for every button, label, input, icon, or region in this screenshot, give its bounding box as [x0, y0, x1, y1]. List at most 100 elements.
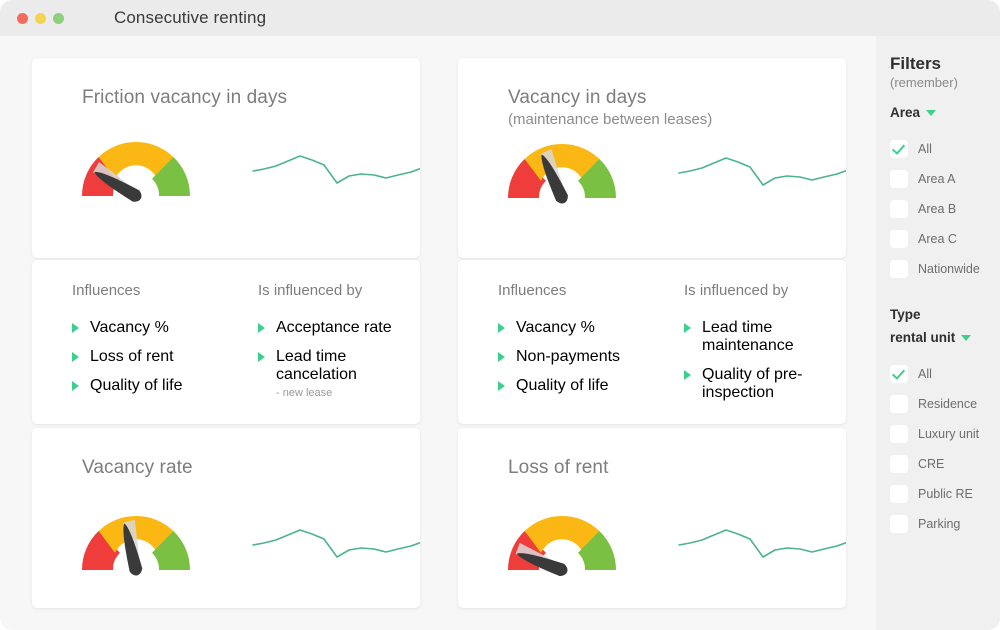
influenced-by-item[interactable]: Lead time cancelation - new lease [258, 348, 420, 400]
filter-option-label: Residence [918, 397, 977, 411]
influenced-by-heading: Is influenced by [684, 282, 846, 299]
filter-group-type-text-line2: rental unit [890, 329, 955, 346]
influenced-by-item[interactable]: Acceptance rate [258, 319, 420, 337]
bullet-triangle-icon [72, 323, 79, 333]
filter-option-parking[interactable]: Parking [890, 509, 1000, 539]
checkbox-checked-icon[interactable] [890, 365, 908, 383]
gauge-chart [74, 508, 198, 576]
filter-option-residence[interactable]: Residence [890, 389, 1000, 419]
influenced-by-label: Quality of pre-inspection [702, 366, 846, 402]
gauge-chart [74, 134, 198, 202]
window-title: Consecutive renting [114, 8, 266, 28]
checkbox-icon[interactable] [890, 260, 908, 278]
filter-option-all[interactable]: All [890, 134, 1000, 164]
card-header: Loss of rent [458, 428, 846, 480]
influenced-by-column: Is influenced by Lead time maintenance Q… [684, 282, 846, 413]
card-title: Loss of rent [508, 456, 846, 480]
filter-option-nationwide[interactable]: Nationwide [890, 254, 1000, 284]
minimize-window-icon[interactable] [35, 13, 46, 24]
filter-option-label: Area C [918, 232, 957, 246]
influenced-by-label: Acceptance rate [276, 319, 392, 337]
workspace: Friction vacancy in days [0, 36, 1000, 630]
influenced-by-text-wrap: Lead time cancelation - new lease [276, 348, 420, 400]
card-vacancy-rate[interactable]: Vacancy rate [32, 428, 420, 608]
filter-option-all[interactable]: All [890, 359, 1000, 389]
influenced-by-label: Lead time cancelation [276, 348, 357, 383]
card-visuals [32, 134, 420, 202]
checkbox-icon[interactable] [890, 170, 908, 188]
card-title: Vacancy in days [508, 86, 846, 110]
sparkline-chart [676, 517, 846, 567]
chevron-down-icon[interactable] [926, 110, 936, 116]
influence-item[interactable]: Non-payments [498, 348, 660, 366]
filters-title: Filters [890, 54, 1000, 74]
card-visuals [458, 136, 846, 204]
card-visuals [32, 508, 420, 576]
checkbox-icon[interactable] [890, 455, 908, 473]
card-vacancy-in-days-influences[interactable]: Influences Vacancy % Non-payments Qualit… [458, 260, 846, 424]
checkbox-icon[interactable] [890, 485, 908, 503]
gauge-chart [500, 508, 624, 576]
influence-item[interactable]: Vacancy % [498, 319, 660, 337]
bullet-triangle-icon [684, 370, 691, 380]
card-loss-of-rent[interactable]: Loss of rent [458, 428, 846, 608]
sparkline-chart [676, 145, 846, 195]
influence-item[interactable]: Quality of life [72, 377, 234, 395]
influences-column: Influences Vacancy % Loss of rent Qualit… [72, 282, 234, 411]
bullet-triangle-icon [72, 352, 79, 362]
checkbox-icon[interactable] [890, 200, 908, 218]
bullet-triangle-icon [498, 352, 505, 362]
filter-option-cre[interactable]: CRE [890, 449, 1000, 479]
card-header: Vacancy in days (maintenance between lea… [458, 58, 846, 130]
maximize-window-icon[interactable] [53, 13, 64, 24]
filter-group-type-label[interactable]: Type rental unit [890, 306, 994, 346]
filter-option-public-re[interactable]: Public RE [890, 479, 1000, 509]
chevron-down-icon[interactable] [961, 335, 971, 341]
sparkline-chart [250, 143, 420, 193]
traffic-light-controls [17, 13, 64, 24]
filter-group-type-text-line1: Type [890, 306, 994, 323]
filter-group-area-text: Area [890, 104, 920, 121]
bullet-triangle-icon [258, 352, 265, 362]
influence-label: Quality of life [516, 377, 608, 395]
influenced-by-item[interactable]: Quality of pre-inspection [684, 366, 846, 402]
filter-options-type: All Residence Luxury unit CRE Public RE [890, 359, 1000, 539]
filter-option-label: Parking [918, 517, 960, 531]
filter-option-area-b[interactable]: Area B [890, 194, 1000, 224]
checkbox-checked-icon[interactable] [890, 140, 908, 158]
influence-item[interactable]: Vacancy % [72, 319, 234, 337]
influences-heading: Influences [72, 282, 234, 299]
checkbox-icon[interactable] [890, 230, 908, 248]
checkbox-icon[interactable] [890, 395, 908, 413]
bullet-triangle-icon [72, 381, 79, 391]
influence-item[interactable]: Loss of rent [72, 348, 234, 366]
influenced-by-heading: Is influenced by [258, 282, 420, 299]
app-window: Consecutive renting Friction vacancy in … [0, 0, 1000, 630]
filter-group-spacer [890, 284, 1000, 306]
filter-options-area: All Area A Area B Area C Nationwide [890, 134, 1000, 284]
checkbox-icon[interactable] [890, 425, 908, 443]
filter-option-luxury-unit[interactable]: Luxury unit [890, 419, 1000, 449]
bullet-triangle-icon [498, 323, 505, 333]
gauge-chart [500, 136, 624, 204]
card-vacancy-in-days-gauge[interactable]: Vacancy in days (maintenance between lea… [458, 58, 846, 258]
filter-option-area-a[interactable]: Area A [890, 164, 1000, 194]
influence-label: Non-payments [516, 348, 620, 366]
influences-column: Influences Vacancy % Non-payments Qualit… [498, 282, 660, 413]
influences-section: Influences Vacancy % Loss of rent Qualit… [32, 260, 420, 411]
filters-subtitle: (remember) [890, 74, 1000, 91]
card-friction-vacancy-gauge[interactable]: Friction vacancy in days [32, 58, 420, 258]
filters-sidebar: Filters (remember) Area All Area A Area [876, 36, 1000, 630]
influence-item[interactable]: Quality of life [498, 377, 660, 395]
close-window-icon[interactable] [17, 13, 28, 24]
checkbox-icon[interactable] [890, 515, 908, 533]
filter-group-area-label[interactable]: Area [890, 104, 994, 121]
influence-label: Vacancy % [90, 319, 169, 337]
card-friction-vacancy-influences[interactable]: Influences Vacancy % Loss of rent Qualit… [32, 260, 420, 424]
bullet-triangle-icon [258, 323, 265, 333]
influenced-by-item[interactable]: Lead time maintenance [684, 319, 846, 355]
filter-option-label: All [918, 367, 932, 381]
filter-option-label: CRE [918, 457, 944, 471]
filter-option-area-c[interactable]: Area C [890, 224, 1000, 254]
filter-option-label: Area B [918, 202, 956, 216]
